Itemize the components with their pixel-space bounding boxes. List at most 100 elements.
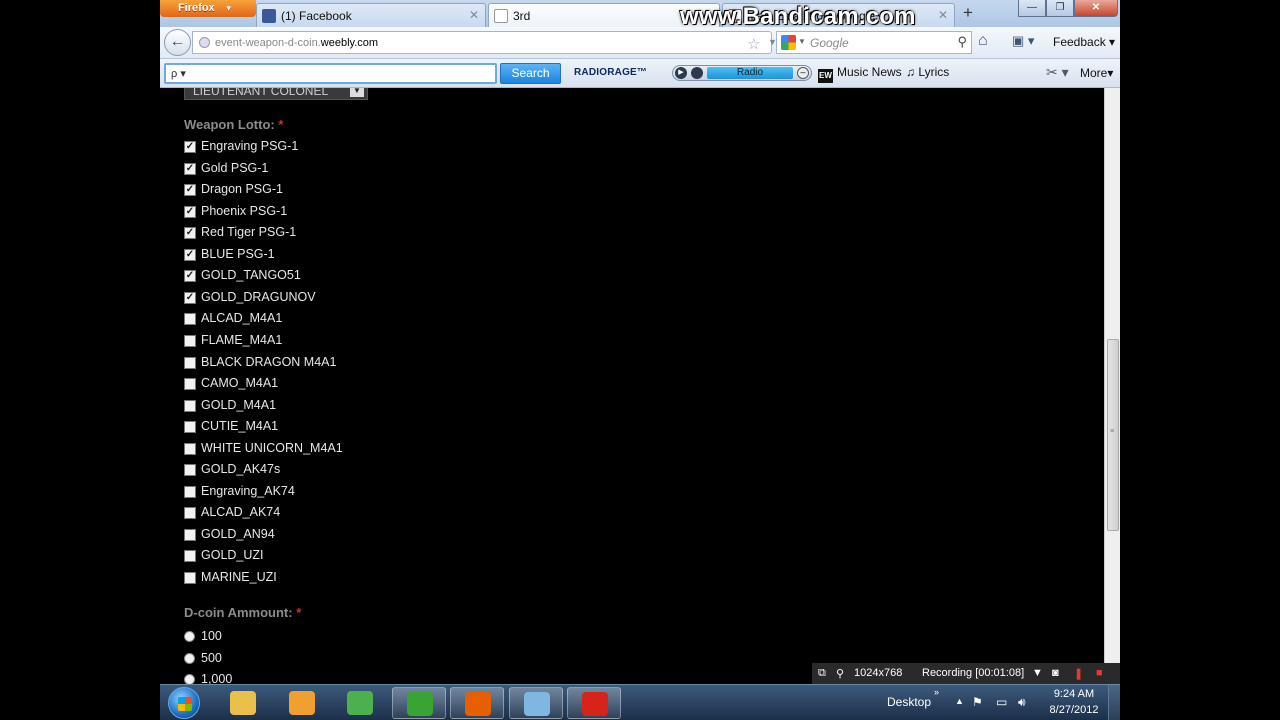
radio-station-select[interactable]: Radio bbox=[707, 67, 793, 79]
taskbar-app-button[interactable] bbox=[391, 687, 446, 719]
checkbox-checked[interactable]: ✓ bbox=[184, 141, 196, 153]
chevron-down-icon: ▼ bbox=[224, 4, 233, 13]
chevron-down-icon[interactable]: ▼ bbox=[1032, 667, 1043, 679]
tray-overflow-icon[interactable]: ▲ bbox=[955, 696, 964, 706]
taskbar-app-button[interactable] bbox=[333, 687, 387, 719]
action-center-flag-icon[interactable]: ⚑ bbox=[972, 695, 986, 709]
clock-time[interactable]: 9:24 AM bbox=[1050, 688, 1098, 700]
taskbar-app-button[interactable] bbox=[450, 687, 504, 719]
close-window-button[interactable]: ✕ bbox=[1074, 0, 1118, 17]
checkbox-unchecked[interactable] bbox=[184, 572, 196, 584]
checkbox-unchecked[interactable] bbox=[184, 528, 196, 541]
weapon-option-label: GOLD_M4A1 bbox=[201, 397, 277, 412]
chevron-right-icon[interactable]: » bbox=[934, 687, 939, 697]
notepad-icon bbox=[523, 692, 550, 716]
checkbox-checked[interactable]: ✓ bbox=[184, 248, 196, 261]
window-mode-icon[interactable]: ⧉ bbox=[818, 667, 826, 680]
play-icon[interactable]: ▶ bbox=[675, 67, 687, 79]
grip-icon: ≡ bbox=[1110, 428, 1115, 435]
minimize-button[interactable]: — bbox=[1018, 0, 1046, 17]
checkbox-checked[interactable]: ✓ bbox=[184, 184, 196, 197]
back-button[interactable]: ← bbox=[164, 29, 191, 56]
toolbar-search-input[interactable]: ρ ▾ bbox=[164, 63, 497, 84]
checkbox-unchecked[interactable] bbox=[184, 421, 196, 434]
bookmarks-icon[interactable]: ▣ ▾ bbox=[1012, 33, 1034, 49]
taskbar-app-button[interactable] bbox=[275, 687, 329, 719]
checkbox-unchecked[interactable] bbox=[184, 334, 196, 347]
network-icon[interactable]: ▭ bbox=[996, 695, 1010, 709]
scroll-thumb[interactable]: ≡ bbox=[1107, 339, 1119, 531]
new-tab-button[interactable]: + bbox=[957, 3, 979, 25]
rank-select[interactable]: LIEUTENANT COLONEL ▼ bbox=[184, 88, 368, 100]
pause-icon[interactable]: ❚ bbox=[1074, 667, 1083, 680]
bookmark-star-icon[interactable]: ☆ bbox=[747, 35, 760, 53]
camera-icon[interactable]: ◙ bbox=[1052, 667, 1059, 679]
navigation-bar: ← event-weapon-d-coin.weebly.com ☆ ▼ ↻ ▼… bbox=[160, 27, 1120, 59]
checkbox-checked[interactable]: ✓ bbox=[184, 162, 196, 175]
show-desktop-button[interactable] bbox=[1108, 685, 1120, 720]
checkbox-unchecked[interactable] bbox=[184, 507, 196, 520]
url-bar[interactable]: event-weapon-d-coin.weebly.com ☆ ▼ ↻ bbox=[192, 31, 795, 54]
more-button[interactable]: More▾ bbox=[1080, 66, 1113, 80]
maximize-button[interactable]: ❐ bbox=[1046, 0, 1074, 17]
toolbar-search-button[interactable]: Search bbox=[500, 63, 561, 84]
url-domain: weebly.com bbox=[320, 37, 379, 49]
checkbox-unchecked[interactable] bbox=[184, 399, 196, 412]
feedback-label: Feedback bbox=[1053, 35, 1106, 49]
volume-icon[interactable]: 🔊︎ bbox=[1018, 695, 1032, 709]
checkbox-unchecked[interactable] bbox=[184, 313, 196, 326]
more-label: More bbox=[1080, 66, 1108, 80]
weapon-option-label: ALCAD_M4A1 bbox=[201, 311, 283, 326]
taskbar-app-button[interactable] bbox=[508, 687, 563, 719]
radio-button[interactable] bbox=[184, 631, 195, 642]
checkbox-unchecked[interactable] bbox=[184, 442, 196, 455]
resolution-text: 1024x768 bbox=[854, 667, 903, 679]
radiorage-logo[interactable]: RADIORAGE™ bbox=[574, 67, 647, 78]
taskbar: Desktop » ▲ ⚑ ▭ 🔊︎ 9:24 AM 8/27/2012 bbox=[160, 684, 1120, 720]
music-news-button[interactable]: EW Music News bbox=[818, 65, 902, 83]
checkbox-unchecked[interactable] bbox=[184, 378, 196, 391]
lyrics-button[interactable]: ♫ Lyrics bbox=[906, 65, 949, 79]
taskbar-app-button[interactable] bbox=[216, 687, 270, 719]
vertical-scrollbar[interactable]: ≡ bbox=[1104, 88, 1120, 664]
tab-facebook[interactable]: (1) Facebook ✕ bbox=[256, 3, 486, 27]
taskbar-app-button[interactable] bbox=[567, 687, 621, 719]
firefox-menu-label: Firefox bbox=[178, 2, 215, 14]
firefox-menu-button[interactable]: Firefox ▼ bbox=[160, 0, 256, 17]
close-icon[interactable]: ✕ bbox=[469, 8, 479, 22]
weapon-option-label: GOLD_DRAGUNOV bbox=[201, 289, 316, 304]
checkbox-unchecked[interactable] bbox=[184, 550, 196, 563]
checkbox-checked[interactable]: ✓ bbox=[184, 270, 196, 283]
required-mark: * bbox=[278, 117, 284, 132]
checkbox-checked[interactable]: ✓ bbox=[184, 205, 196, 218]
volume-icon[interactable] bbox=[691, 67, 703, 79]
checkbox-unchecked[interactable] bbox=[184, 485, 196, 498]
stop-icon[interactable]: ■ bbox=[1096, 667, 1103, 679]
stop-icon[interactable]: – bbox=[797, 67, 809, 79]
weapon-option-label: CUTIE_M4A1 bbox=[201, 419, 279, 434]
checkbox-checked[interactable]: ✓ bbox=[184, 227, 196, 240]
desktop-toolbar-label[interactable]: Desktop bbox=[887, 695, 931, 709]
tab-title: (1) Facebook bbox=[281, 9, 352, 23]
checkbox-unchecked[interactable] bbox=[184, 464, 196, 477]
firefox-icon bbox=[465, 692, 491, 716]
weapon-option-label: Engraving_AK74 bbox=[201, 483, 295, 498]
weapon-option-label: GOLD_AK47s bbox=[201, 462, 281, 477]
tools-icon[interactable]: ✂ ▾ bbox=[1046, 64, 1069, 81]
home-icon[interactable]: ⌂ bbox=[978, 32, 988, 50]
start-button[interactable] bbox=[168, 687, 200, 719]
feedback-button[interactable]: Feedback ▾ bbox=[1053, 35, 1115, 49]
checkbox-unchecked[interactable] bbox=[184, 356, 196, 369]
chevron-down-icon[interactable]: ▼ bbox=[798, 37, 806, 46]
radio-button[interactable] bbox=[184, 674, 195, 684]
search-engine-box[interactable]: ▼ Google ⚲ bbox=[776, 31, 972, 54]
clock-date[interactable]: 8/27/2012 bbox=[1046, 704, 1102, 716]
search-icon[interactable]: ⚲ bbox=[957, 34, 967, 50]
radio-button[interactable] bbox=[184, 652, 195, 664]
checkbox-checked[interactable]: ✓ bbox=[184, 291, 196, 304]
close-icon[interactable]: ✕ bbox=[938, 8, 948, 22]
dcoin-option-label: 100 bbox=[201, 629, 222, 643]
chevron-down-icon[interactable]: ▼ bbox=[350, 88, 364, 97]
weapon-option-label: BLUE PSG-1 bbox=[201, 246, 275, 261]
search-icon[interactable]: ⚲ bbox=[836, 667, 844, 680]
